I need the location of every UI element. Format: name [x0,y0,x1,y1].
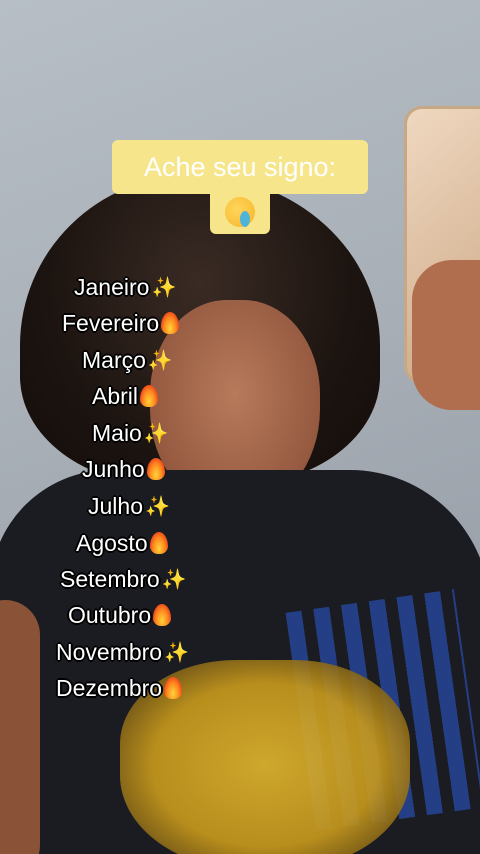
month-label: Novembro [56,638,163,665]
left-arm [0,600,40,854]
month-label: Abril [92,382,139,409]
sparkle-icon: ✨ [151,276,177,299]
month-label: Fevereiro [62,309,160,336]
fire-icon [149,532,168,554]
month-label: Maio [92,419,142,446]
month-item: Maio ✨ [92,416,169,450]
month-item: Dezembro [56,671,183,705]
sparkle-icon: ✨ [144,495,170,518]
woozy-face-icon [225,197,255,227]
month-item: Janeiro ✨ [74,270,176,304]
month-label: Março [82,346,146,373]
month-label: Julho [88,492,143,519]
month-item: Setembro ✨ [60,562,187,596]
month-item: Agosto [76,526,168,560]
sparkle-icon: ✨ [147,349,173,372]
mirror-selfie-background [0,0,480,854]
sparkle-icon: ✨ [161,568,187,591]
sparkle-icon: ✨ [143,422,169,445]
month-label: Agosto [76,529,148,556]
month-item: Novembro ✨ [56,635,189,669]
fire-icon [161,312,180,334]
month-label: Dezembro [56,674,163,701]
fire-icon [164,677,183,699]
month-label: Junho [82,455,145,482]
title-caption: Ache seu signo: [112,140,368,194]
month-item: Março ✨ [82,343,173,377]
month-item: Outubro [68,598,172,632]
hand-holding-phone [412,260,480,410]
month-label: Setembro [60,565,160,592]
month-item: Abril [92,379,159,413]
month-item: Julho ✨ [88,489,170,523]
month-label: Outubro [68,601,152,628]
title-text: Ache seu signo: [143,151,337,182]
fire-icon [153,604,172,626]
fire-icon [140,385,159,407]
title-emoji-box [210,190,270,234]
fire-icon [146,458,165,480]
sparkle-icon: ✨ [164,641,190,664]
month-item: Fevereiro [62,306,180,340]
month-item: Junho [82,452,165,486]
month-label: Janeiro [74,273,150,300]
